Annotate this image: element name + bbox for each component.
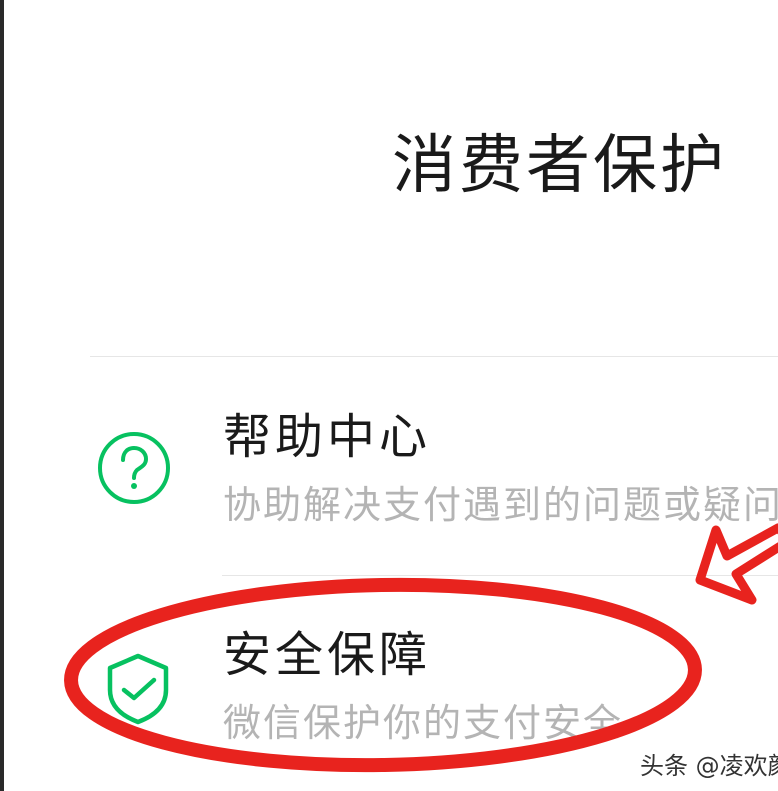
divider <box>90 356 778 357</box>
menu-item-title: 安全保障 <box>223 627 432 683</box>
question-circle-icon <box>98 432 170 504</box>
menu-item-subtitle: 微信保护你的支付安全 <box>223 701 624 745</box>
watermark: 头条 @凌欢颜 <box>640 752 778 780</box>
shield-check-icon <box>107 653 169 725</box>
menu-item-help-center[interactable]: 帮助中心 协助解决支付遇到的问题或疑问 <box>90 370 778 580</box>
page-title: 消费者保护 <box>392 129 727 203</box>
menu-item-title: 帮助中心 <box>223 409 432 465</box>
divider <box>222 575 778 576</box>
menu-item-subtitle: 协助解决支付遇到的问题或疑问 <box>223 483 778 527</box>
screen-edge <box>0 0 4 791</box>
